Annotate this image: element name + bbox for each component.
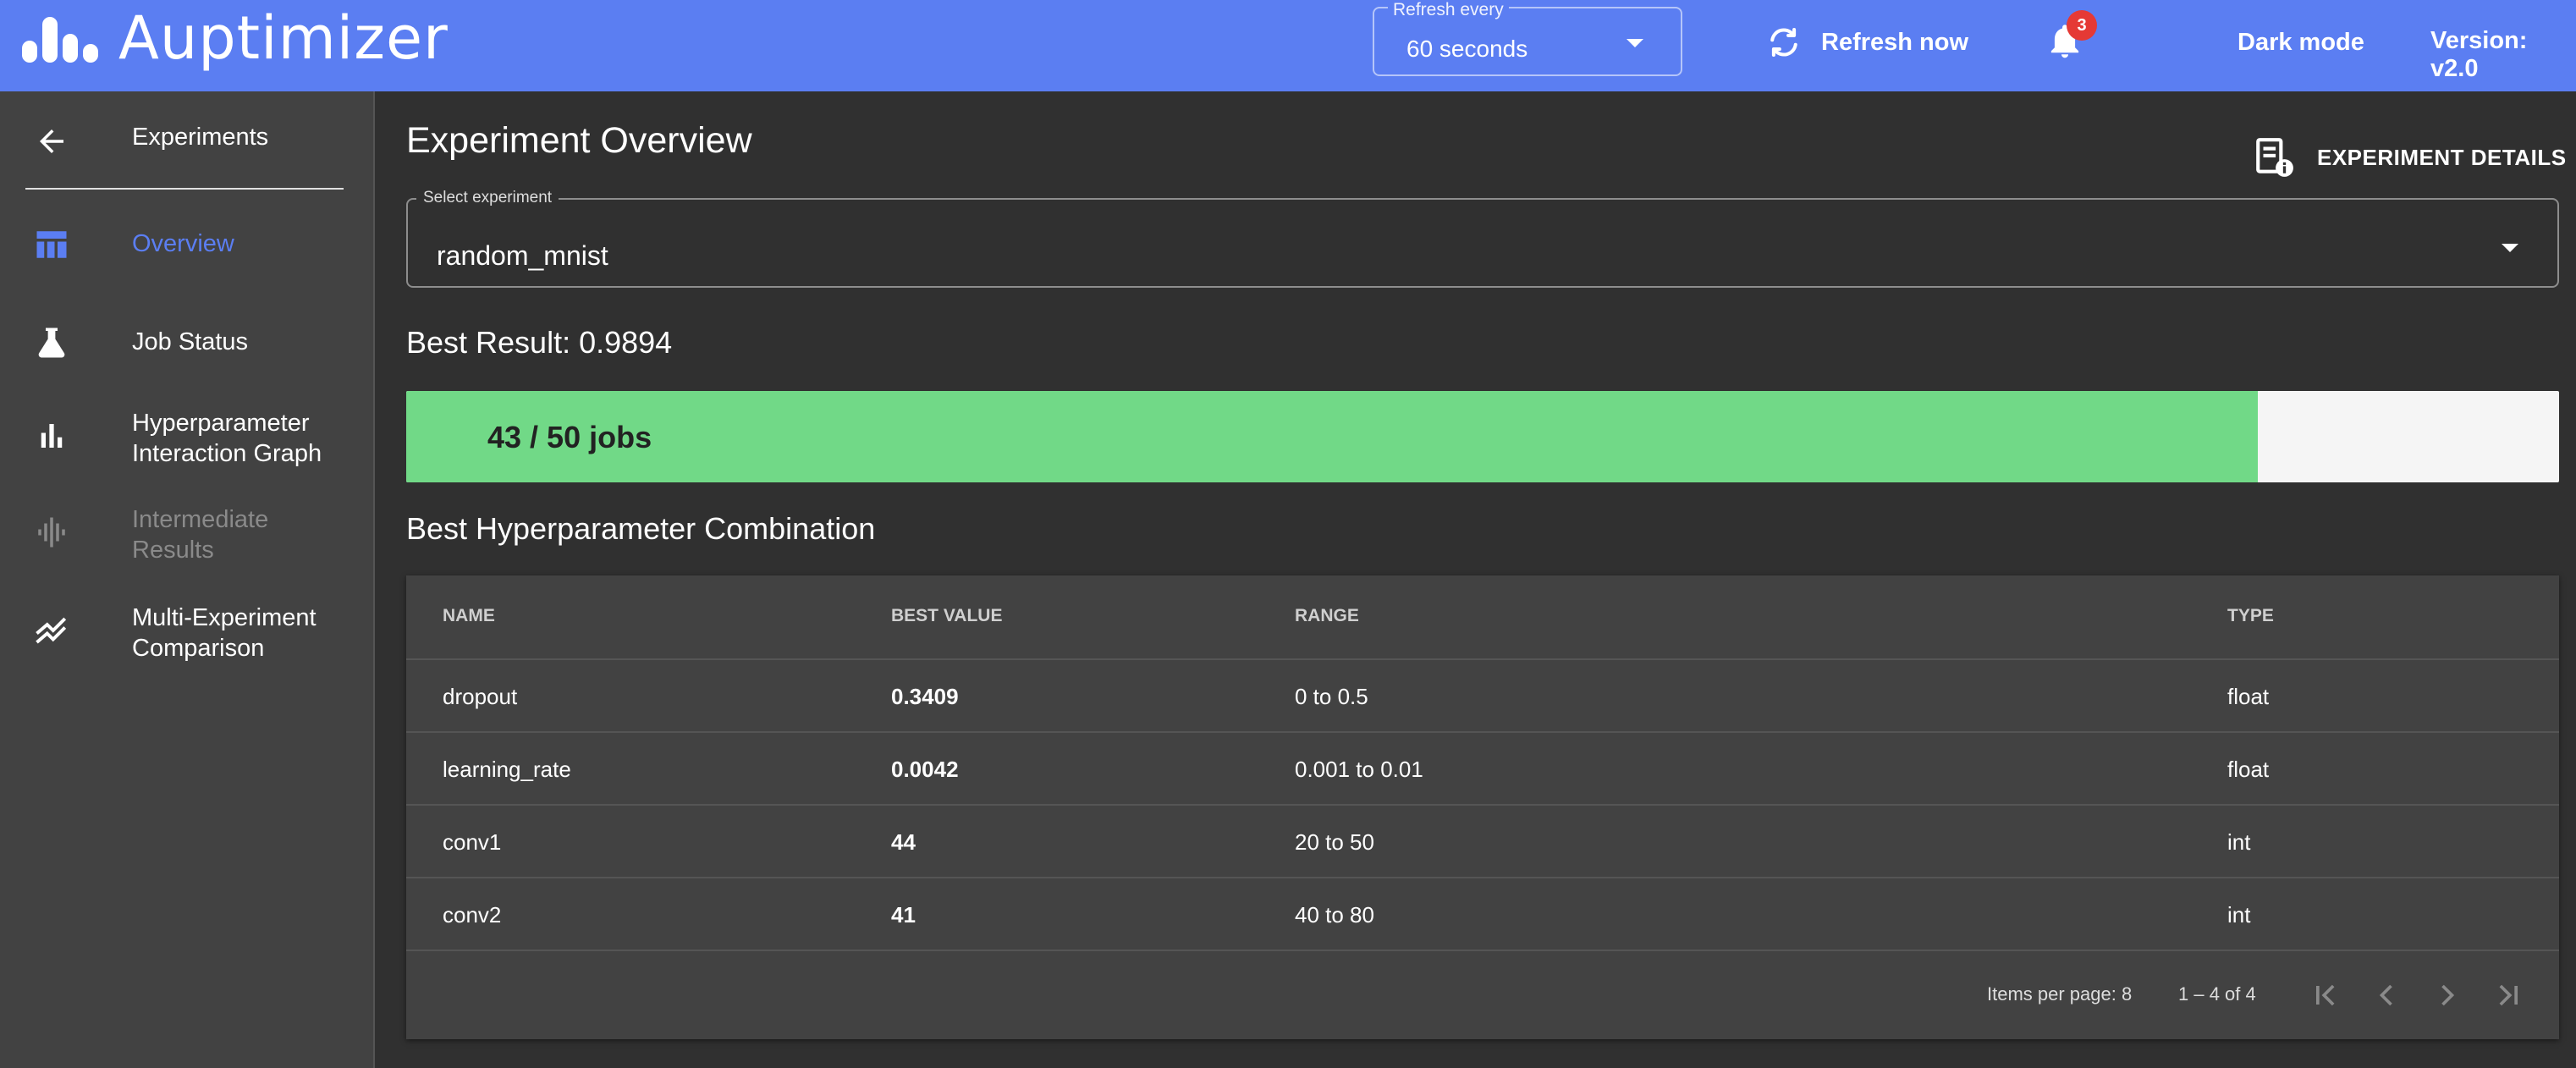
column-header-best-value[interactable]: BEST VALUE — [891, 606, 1002, 626]
cell-type: int — [2227, 829, 2251, 855]
column-header-range[interactable]: RANGE — [1295, 606, 1359, 626]
experiment-details-label: EXPERIMENT DETAILS — [2317, 144, 2567, 170]
refresh-interval-value: 60 seconds — [1406, 36, 1528, 62]
top-app-bar: Auptimizer Refresh every 60 seconds Refr… — [0, 0, 2576, 91]
sidebar-item-label: Overview — [132, 230, 234, 257]
sidebar-item-label: Intermediate Results — [132, 506, 269, 564]
sidebar-divider — [25, 188, 344, 190]
items-per-page[interactable]: Items per page: 8 — [1987, 983, 2132, 1005]
experiment-select-value: random_mnist — [437, 240, 608, 271]
next-page-icon[interactable] — [2429, 977, 2466, 1014]
chevron-down-icon — [2502, 244, 2518, 252]
sidebar-item-label: Multi-Experiment Comparison — [132, 604, 316, 662]
sidebar-item-overview[interactable]: Overview — [0, 218, 375, 269]
flask-icon — [38, 328, 65, 358]
document-info-icon — [2256, 138, 2293, 177]
back-label: Experiments — [132, 124, 269, 151]
experiment-select[interactable]: Select experiment random_mnist — [406, 189, 2559, 288]
dark-mode-label: Dark mode — [2237, 28, 2364, 56]
sidebar-item-job-status[interactable]: Job Status — [0, 317, 375, 367]
jobs-progress-fill — [406, 391, 2258, 482]
refresh-interval-select[interactable]: Refresh every 60 seconds — [1373, 0, 1682, 76]
jobs-progress-label: 43 / 50 jobs — [487, 420, 652, 454]
table-header-row: NAME BEST VALUE RANGE TYPE — [406, 575, 2559, 660]
sidebar-item-label: Hyperparameter Interaction Graph — [132, 410, 322, 467]
waveform-icon — [38, 517, 65, 548]
refresh-now-button[interactable]: Refresh now — [1765, 22, 1968, 63]
sidebar: Experiments Overview Job Status Hyperpar… — [0, 91, 375, 1068]
last-page-icon[interactable] — [2490, 977, 2527, 1014]
version-label: Version: v2.0 — [2430, 27, 2528, 82]
cell-best-value: 44 — [891, 829, 916, 855]
table-paginator: Items per page: 8 1 – 4 of 4 — [406, 951, 2559, 1039]
column-header-type[interactable]: TYPE — [2227, 606, 2274, 626]
page-range-label: 1 – 4 of 4 — [2178, 983, 2256, 1005]
cell-best-value: 0.0042 — [891, 757, 959, 782]
table-row: dropout 0.3409 0 to 0.5 float — [406, 660, 2559, 733]
cell-name: learning_rate — [443, 757, 571, 782]
multiline-chart-icon — [36, 617, 67, 644]
sidebar-item-label: Job Status — [132, 328, 249, 355]
cell-range: 0.001 to 0.01 — [1295, 757, 1423, 782]
chevron-down-icon — [1627, 39, 1643, 47]
page-title: Experiment Overview — [406, 120, 752, 161]
previous-page-icon[interactable] — [2368, 977, 2405, 1014]
table-row: conv1 44 20 to 50 int — [406, 806, 2559, 878]
dark-mode-toggle[interactable]: Dark mode — [2183, 22, 2364, 63]
first-page-icon[interactable] — [2307, 977, 2344, 1014]
notification-count-badge: 3 — [2067, 10, 2097, 41]
hyperparameter-table: NAME BEST VALUE RANGE TYPE dropout 0.340… — [406, 575, 2559, 1039]
cell-range: 0 to 0.5 — [1295, 684, 1368, 709]
refresh-interval-label: Refresh every — [1388, 0, 1509, 20]
cell-best-value: 0.3409 — [891, 684, 959, 709]
table-row: learning_rate 0.0042 0.001 to 0.01 float — [406, 733, 2559, 806]
section-title: Best Hyperparameter Combination — [406, 511, 876, 546]
cell-range: 40 to 80 — [1295, 902, 1374, 928]
app-title: Auptimizer — [118, 3, 449, 73]
sidebar-item-hyperparameter-graph[interactable]: Hyperparameter Interaction Graph — [0, 399, 375, 476]
moon-icon — [2186, 29, 2199, 56]
cell-name: conv1 — [443, 829, 502, 855]
sidebar-item-multi-experiment-comparison[interactable]: Multi-Experiment Comparison — [0, 594, 375, 670]
cell-type: float — [2227, 684, 2270, 709]
best-result: Best Result: 0.9894 — [406, 325, 673, 360]
table-icon — [36, 231, 67, 258]
cell-name: conv2 — [443, 902, 502, 928]
cell-best-value: 41 — [891, 902, 916, 928]
back-to-experiments-link[interactable]: Experiments — [0, 91, 375, 190]
jobs-progress-bar: 43 / 50 jobs — [406, 391, 2559, 482]
refresh-icon — [1770, 27, 1797, 58]
bar-chart-icon — [41, 424, 63, 448]
cell-type: int — [2227, 902, 2251, 928]
auptimizer-logo — [19, 12, 103, 66]
cell-type: float — [2227, 757, 2270, 782]
sidebar-item-intermediate-results[interactable]: Intermediate Results — [0, 496, 375, 572]
column-header-name[interactable]: NAME — [443, 606, 495, 626]
arrow-back-icon — [40, 129, 63, 153]
cell-name: dropout — [443, 684, 518, 709]
refresh-now-label: Refresh now — [1821, 28, 1969, 56]
experiment-select-label: Select experiment — [416, 189, 559, 207]
cell-range: 20 to 50 — [1295, 829, 1374, 855]
table-row: conv2 41 40 to 80 int — [406, 878, 2559, 951]
experiment-details-button[interactable]: EXPERIMENT DETAILS — [2253, 134, 2567, 181]
